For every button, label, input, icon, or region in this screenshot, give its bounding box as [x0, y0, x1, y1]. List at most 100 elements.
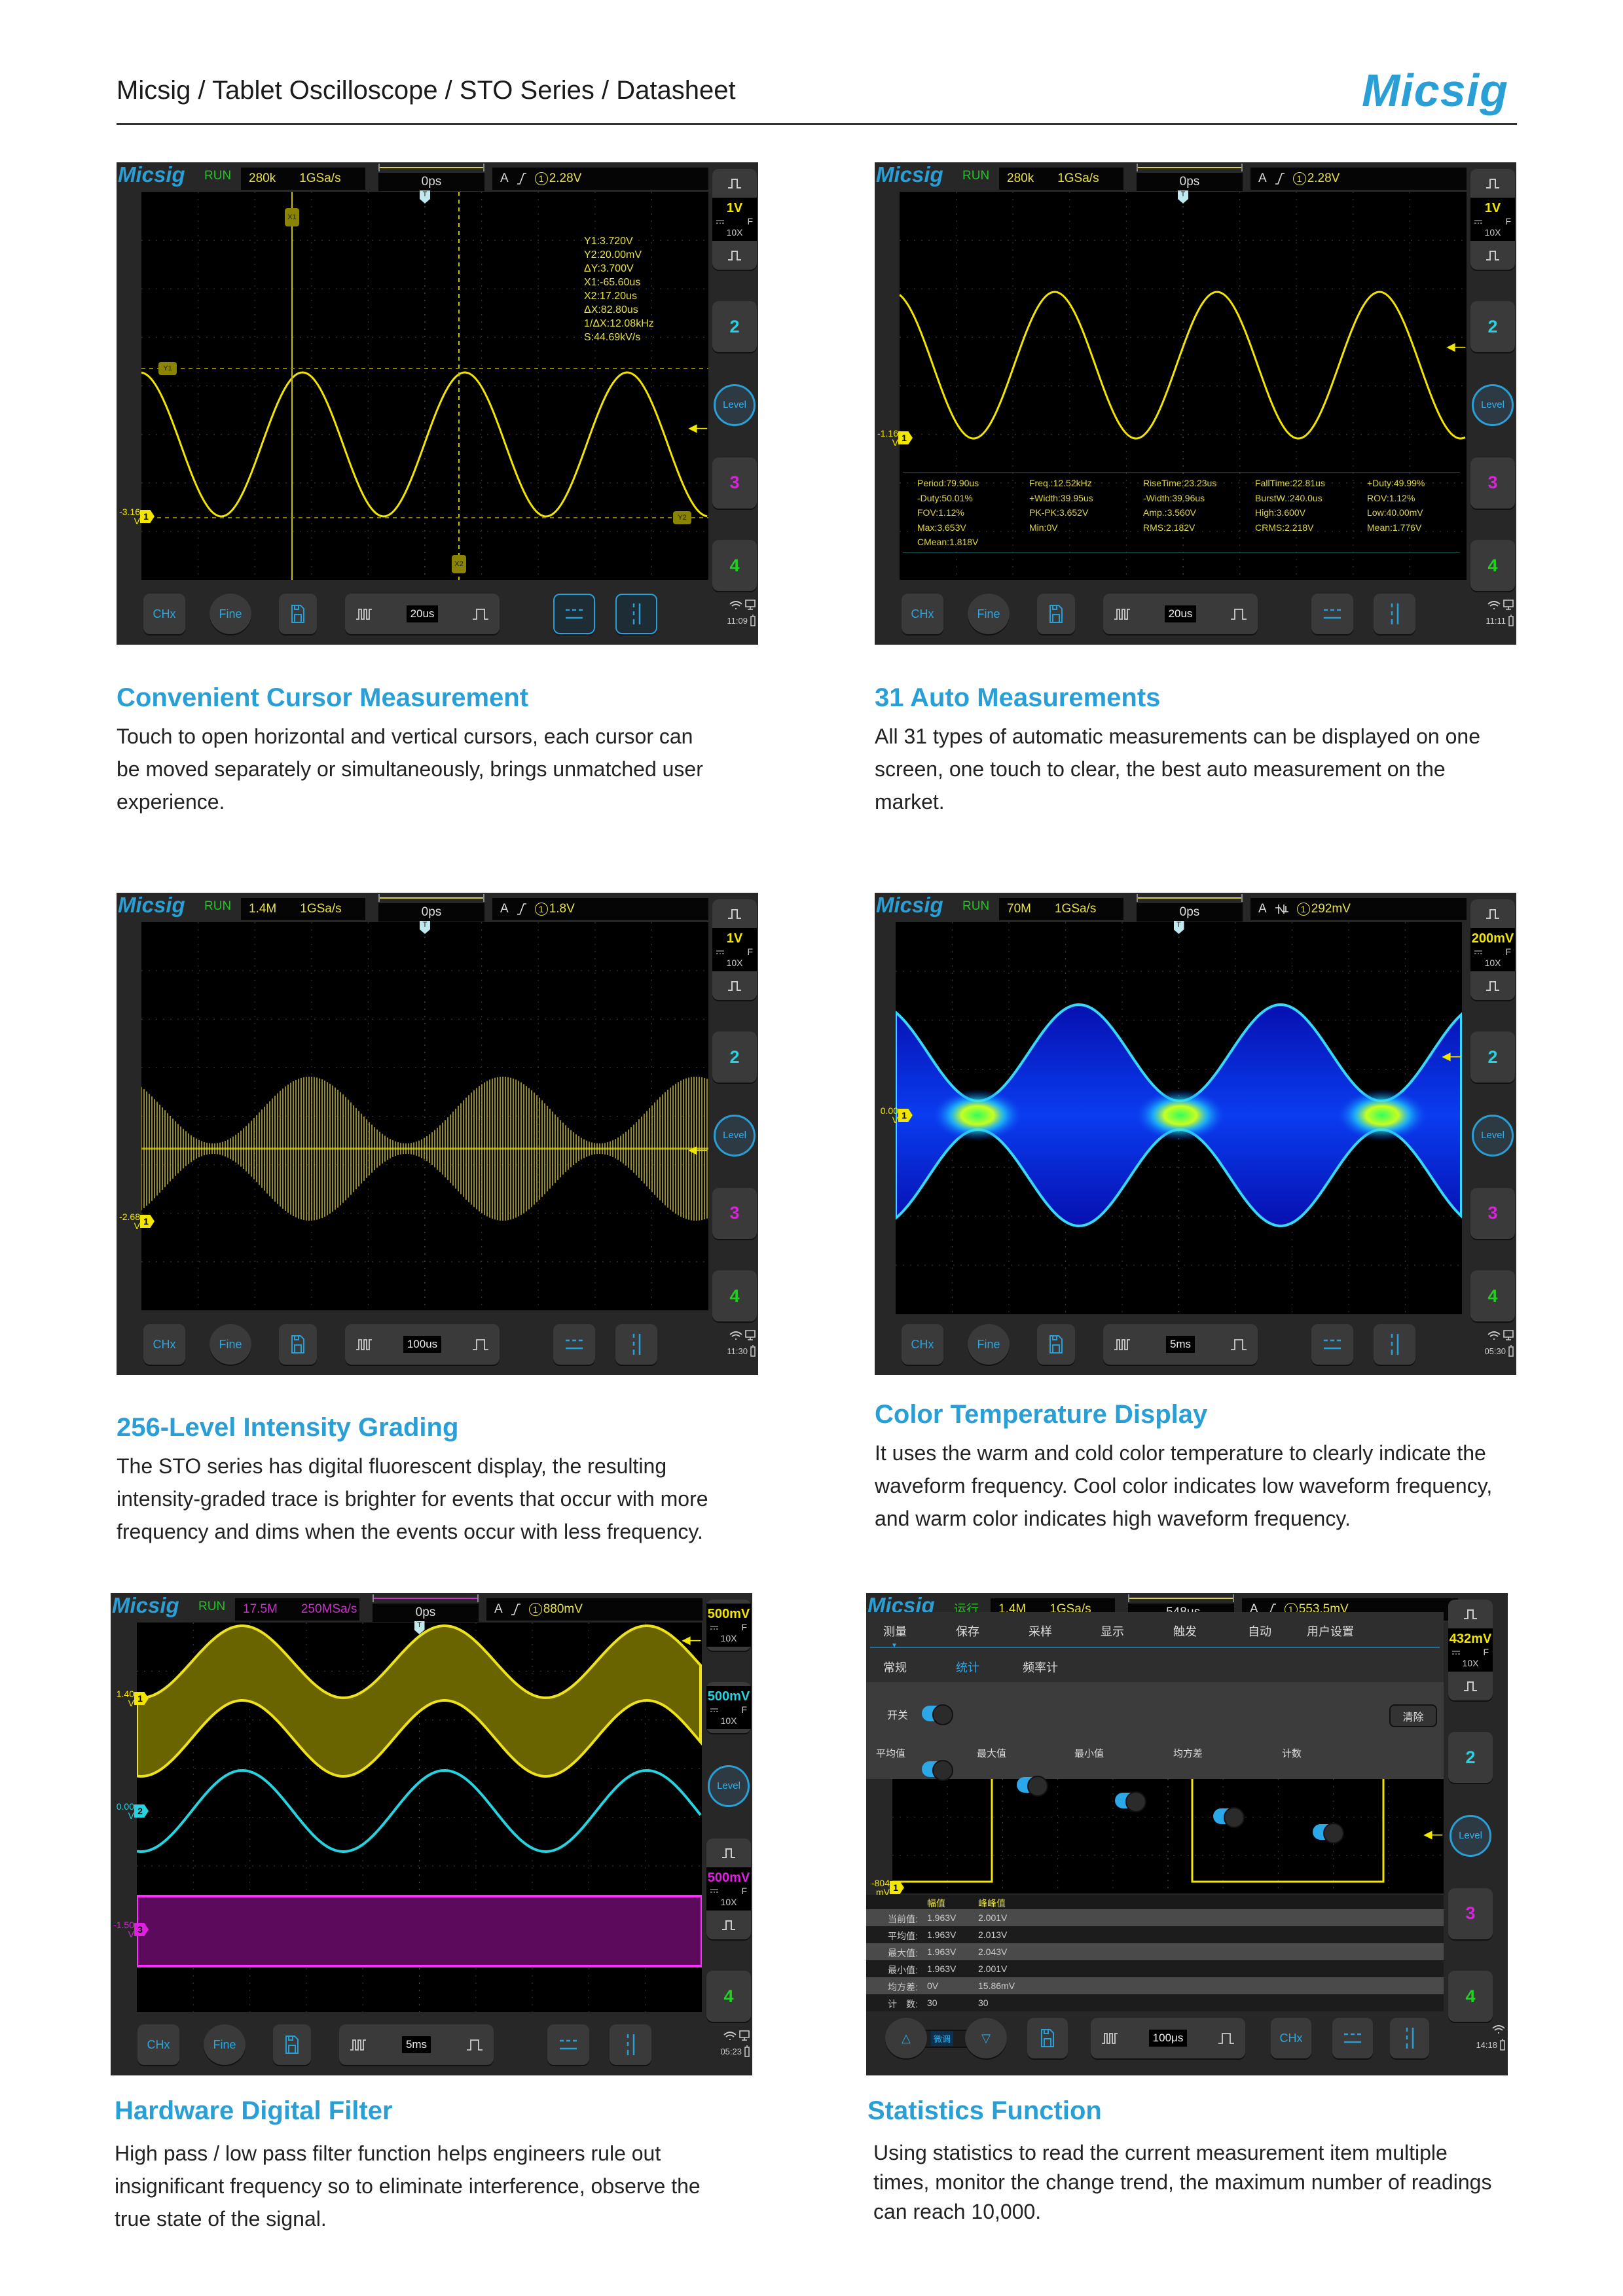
horizontal-cursor-button[interactable]	[547, 2024, 589, 2065]
timebase-value[interactable]: 20us	[406, 605, 439, 622]
timebase-decrease-button[interactable]	[356, 1338, 373, 1351]
channel-3-button[interactable]: 3	[1470, 457, 1515, 509]
channel-scale-card[interactable]: 500mV F 10X	[706, 1600, 751, 1651]
channel-1-group[interactable]: 432mV F 10X	[1448, 1600, 1493, 1700]
channel-select-button[interactable]: CHx	[143, 594, 185, 634]
channel-offset-marker[interactable]: -1.50 V 3	[111, 1920, 149, 1939]
channel-select-button[interactable]: CHx	[143, 1324, 185, 1365]
vertical-cursor-button[interactable]	[610, 2024, 651, 2065]
timebase-increase-button[interactable]	[1230, 607, 1247, 620]
save-button[interactable]	[279, 1324, 317, 1365]
pulse-icon[interactable]	[1485, 899, 1501, 928]
timebase-increase-button[interactable]	[466, 2038, 483, 2051]
vertical-cursor-button[interactable]	[1374, 594, 1415, 634]
vertical-scale[interactable]: 200mV F 10X	[1470, 928, 1515, 971]
channel-3-button[interactable]: 3	[1470, 1187, 1515, 1239]
channel-2-button[interactable]: 2	[1470, 301, 1515, 353]
trigger-level-knob[interactable]: Level	[1472, 384, 1514, 426]
save-button[interactable]	[273, 2024, 311, 2065]
pulse-icon[interactable]	[1485, 169, 1501, 198]
channel-select-button[interactable]: CHx	[902, 594, 943, 634]
vertical-scale[interactable]: 500mV F 10X	[706, 1867, 751, 1910]
cursor-handle[interactable]: X1	[285, 208, 299, 226]
timebase-value[interactable]: 5ms	[1165, 1336, 1195, 1353]
clear-button[interactable]: 清除	[1389, 1704, 1437, 1727]
oscilloscope-screen[interactable]: Micsig RUN 280k 1GSa/s 0ps A 1 2.28V Period:79.9…	[875, 162, 1516, 645]
channel-3-button[interactable]: 3	[712, 457, 757, 509]
pulse-icon[interactable]	[721, 1910, 737, 1939]
channel-1-group[interactable]: 500mV F 10X	[706, 1838, 751, 1939]
trigger-level-arrow[interactable]: ◀—	[689, 1143, 707, 1157]
timebase-value[interactable]: 100us	[403, 1336, 442, 1353]
menu-subtab[interactable]: 统计	[956, 1659, 979, 1676]
trigger-level-arrow[interactable]: ◀—	[689, 422, 707, 435]
channel-offset-marker[interactable]: -2.68 V 1	[117, 1212, 155, 1230]
channel-offset-marker[interactable]: -3.16 V 1	[117, 507, 155, 526]
menu-tab[interactable]: 显示	[1101, 1623, 1124, 1640]
menu-tab[interactable]: 测量	[883, 1623, 907, 1640]
vertical-scale[interactable]: 500mV F 10X	[706, 1604, 751, 1647]
channel-3-button[interactable]: 3	[712, 1187, 757, 1239]
trigger-level-knob[interactable]: Level	[708, 1765, 750, 1807]
menu-tab[interactable]: 用户设置	[1307, 1623, 1354, 1640]
pulse-icon[interactable]	[1485, 241, 1501, 270]
step-up-button[interactable]: △	[885, 2018, 927, 2058]
vertical-scale[interactable]: 1V F 10X	[712, 928, 757, 971]
oscilloscope-screen[interactable]: Micsig RUN 1.4M 1GSa/s 0ps A 1 1.8V T ◀— -2.68 V 1 1V…	[117, 893, 758, 1375]
trigger-level-knob[interactable]: Level	[1450, 1814, 1491, 1857]
trigger-level-knob[interactable]: Level	[1472, 1114, 1514, 1157]
oscilloscope-screen[interactable]: Micsig RUN 17.5M 250MSa/s 0ps A 1 880mV T ◀— 1.40 V…	[111, 1593, 752, 2075]
oscilloscope-screen[interactable]: Micsig RUN 280k 1GSa/s 0ps A 1 2.28V X1 X2 Y1 Y2 Y1:…	[117, 162, 758, 645]
trigger-level-arrow[interactable]: ◀—	[682, 1634, 701, 1647]
stat-item-toggle[interactable]	[922, 1760, 953, 1781]
trigger-level-arrow[interactable]: ◀—	[1447, 340, 1465, 353]
pulse-icon[interactable]	[1485, 971, 1501, 1000]
channel-4-button[interactable]: 4	[1470, 1270, 1515, 1321]
oscilloscope-screen[interactable]: Micsig RUN 70M 1GSa/s 0ps A 1 292mV T ◀— 0.00 V 1 200…	[875, 893, 1516, 1375]
stat-item-toggle[interactable]	[1213, 1807, 1245, 1828]
pulse-icon[interactable]	[727, 241, 742, 270]
pulse-icon[interactable]	[727, 971, 742, 1000]
timebase-decrease-button[interactable]	[350, 2038, 367, 2051]
timebase-increase-button[interactable]	[472, 1338, 489, 1351]
fine-adjust-button[interactable]: Fine	[210, 594, 251, 634]
trigger-level-knob[interactable]: Level	[714, 384, 756, 426]
menu-tab[interactable]: 自动	[1248, 1623, 1271, 1640]
vertical-cursor-button[interactable]	[1374, 1324, 1415, 1365]
channel-scale-card[interactable]: 500mV F 10X	[706, 1682, 751, 1734]
timebase-decrease-button[interactable]	[1114, 607, 1131, 620]
channel-1-group[interactable]: 1V F 10X	[1470, 169, 1515, 270]
cursor-handle[interactable]: Y2	[673, 511, 691, 524]
channel-4-button[interactable]: 4	[1470, 540, 1515, 591]
timebase-decrease-button[interactable]	[356, 607, 373, 620]
channel-1-group[interactable]: 1V F 10X	[712, 899, 757, 1000]
save-button[interactable]	[279, 594, 317, 634]
step-down-button[interactable]: ▽	[965, 2018, 1007, 2058]
menu-subtab[interactable]: 频率计	[1023, 1659, 1058, 1676]
timebase-value[interactable]: 5ms	[401, 2036, 431, 2053]
channel-2-button[interactable]: 2	[712, 1031, 757, 1083]
stat-item-toggle[interactable]	[1017, 1776, 1048, 1797]
channel-select-button[interactable]: CHx	[137, 2024, 179, 2065]
trigger-level-arrow[interactable]: ◀—	[1424, 1828, 1442, 1841]
timebase-decrease-button[interactable]	[1101, 2032, 1118, 2045]
horizontal-cursor-button[interactable]	[553, 594, 595, 634]
channel-select-button[interactable]: CHx	[902, 1324, 943, 1365]
vertical-scale[interactable]: 1V F 10X	[1470, 198, 1515, 241]
timebase-decrease-button[interactable]	[1114, 1338, 1131, 1351]
cursor-handle[interactable]: Y1	[158, 362, 177, 375]
stat-item-toggle[interactable]	[1115, 1791, 1146, 1812]
cursor-handle[interactable]: X2	[452, 555, 466, 573]
pulse-icon[interactable]	[1463, 1672, 1478, 1700]
vertical-cursor-button[interactable]	[615, 594, 657, 634]
fine-adjust-button[interactable]: Fine	[210, 1324, 251, 1365]
measurement-panel[interactable]: Period:79.90us Freq.:12.52kHz RiseTime:23.…	[903, 472, 1460, 553]
fine-adjust-button[interactable]: Fine	[968, 594, 1010, 634]
stat-switch-toggle[interactable]	[922, 1704, 953, 1725]
horizontal-cursor-button[interactable]	[1311, 1324, 1353, 1365]
fine-adjust-button[interactable]: Fine	[968, 1324, 1010, 1365]
channel-3-button[interactable]: 3	[1448, 1888, 1493, 1939]
vertical-scale[interactable]: 1V F 10X	[712, 198, 757, 241]
channel-select-button[interactable]: CHx	[1271, 2018, 1311, 2058]
menu-tab[interactable]: 保存	[956, 1623, 979, 1640]
